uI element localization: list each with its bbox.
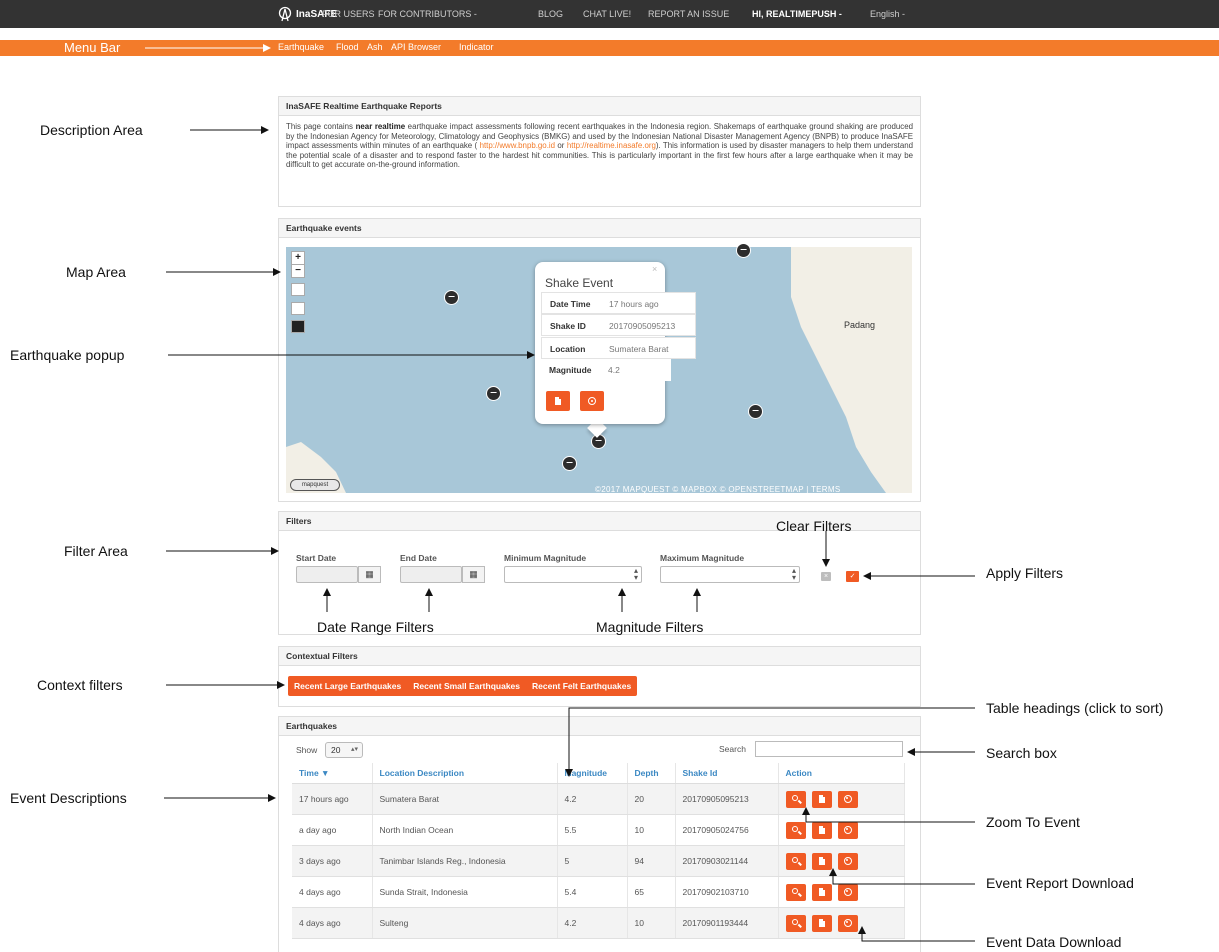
annotation-arrows [145,44,975,942]
arrow-data [858,926,975,942]
arrow-report [829,868,975,885]
arrow-zoom [802,807,975,823]
arrow-table-headings [565,707,975,777]
